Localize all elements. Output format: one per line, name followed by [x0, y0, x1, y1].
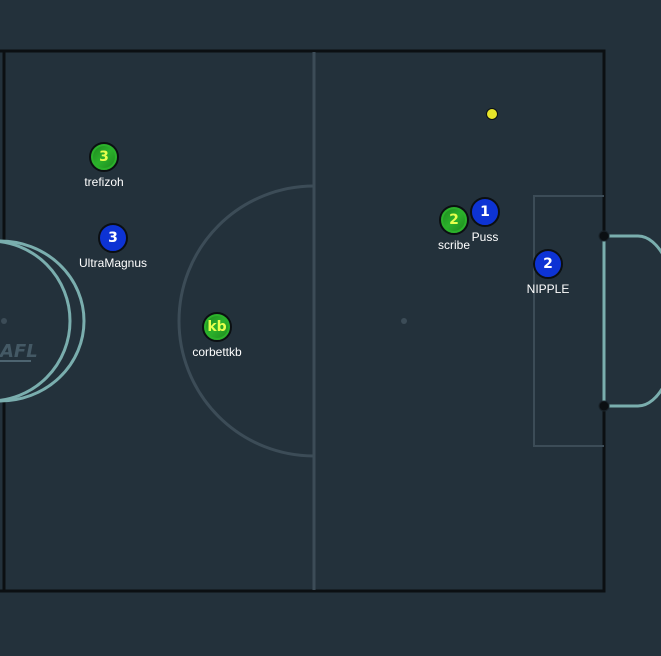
left-spot — [1, 318, 7, 324]
goal-net — [604, 234, 661, 408]
goal-post-bottom — [598, 400, 610, 412]
player-name: trefizoh — [84, 175, 124, 189]
field-boundary — [0, 49, 606, 593]
watermark-logo: AFL — [0, 341, 38, 362]
player-disc: kb — [202, 312, 232, 342]
player-name: corbettkb — [192, 345, 242, 359]
player-name: NIPPLE — [526, 282, 570, 296]
player-disc: 1 — [470, 197, 500, 227]
player-name: UltraMagnus — [78, 256, 148, 270]
pitch: AFL — [0, 49, 661, 593]
ball — [486, 108, 498, 120]
kickoff-spot — [401, 318, 407, 324]
player-disc: 2 — [533, 249, 563, 279]
player-name: Puss — [471, 230, 499, 244]
player-disc: 3 — [89, 142, 119, 172]
goal-post-top — [598, 230, 610, 242]
center-arc — [177, 184, 315, 458]
player-disc: 3 — [98, 223, 128, 253]
